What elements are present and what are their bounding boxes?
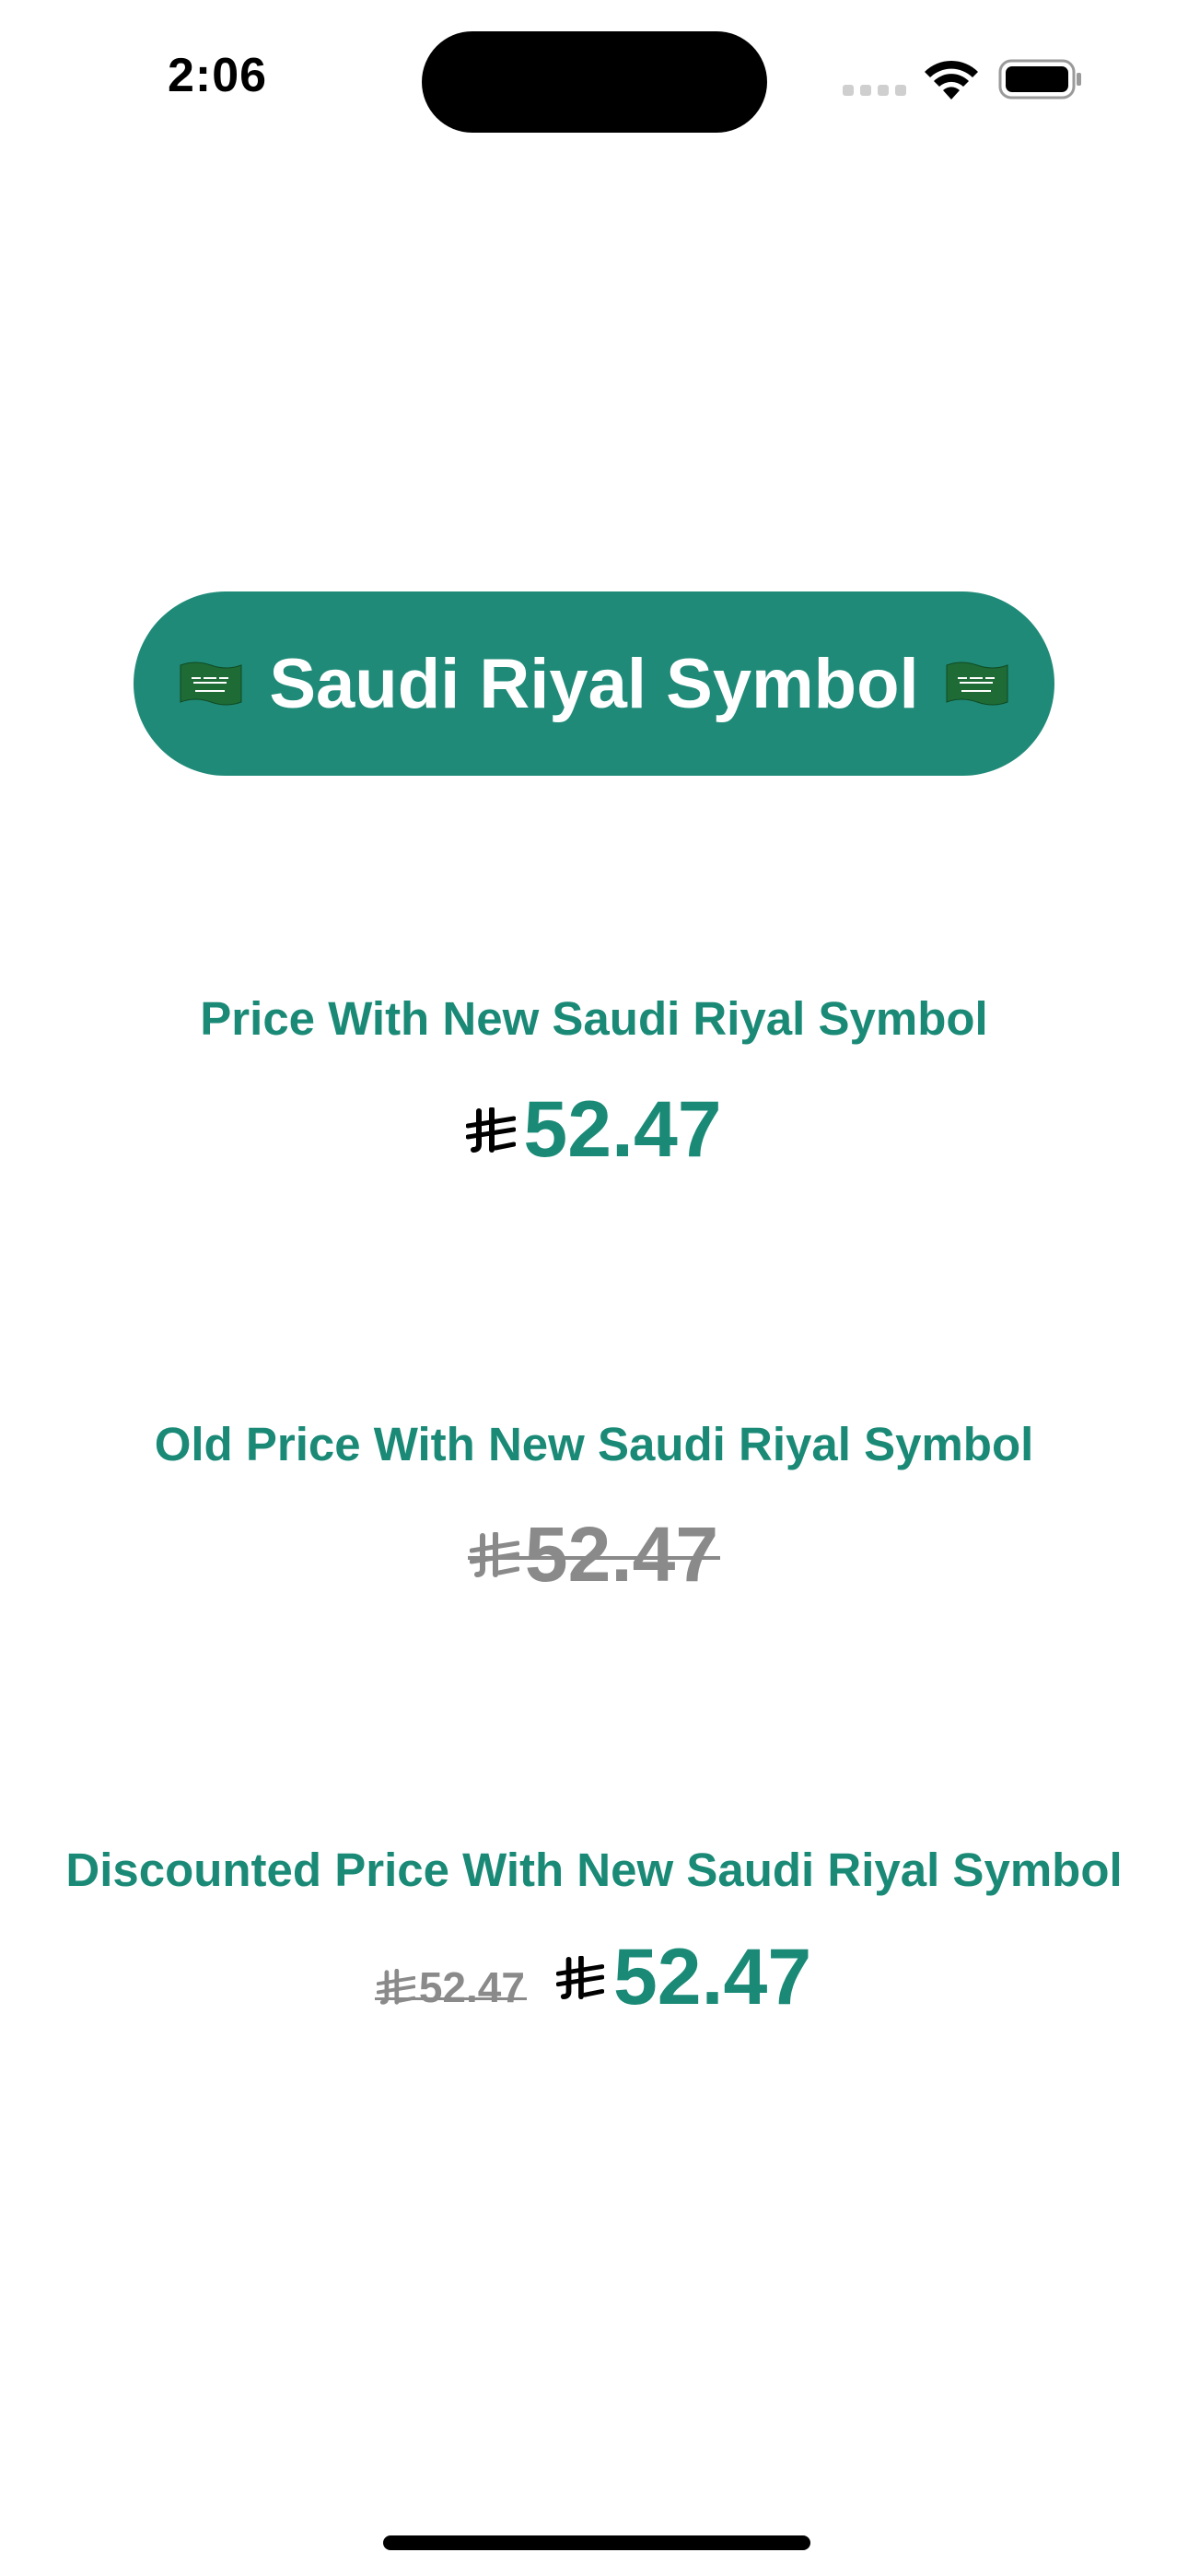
discounted-price-value: 52.47 [612,1933,812,2021]
old-price-section: Old Price With New Saudi Riyal Symbol 52… [0,1417,1188,1599]
cellular-signal-icon [843,85,907,98]
saudi-riyal-icon [466,1107,517,1153]
status-time: 2:06 [168,49,268,102]
discounted-price-label: Discounted Price With New Saudi Riyal Sy… [65,1844,1123,1896]
price-section: Price With New Saudi Riyal Symbol 52.47 [0,991,1188,1176]
home-indicator[interactable] [383,2535,810,2550]
title-button[interactable]: Saudi Riyal Symbol [134,591,1054,776]
original-price-value: 52.47 [418,1963,525,2011]
discounted-price-section: Discounted Price With New Saudi Riyal Sy… [0,1843,1188,2023]
dynamic-island [422,31,767,133]
wifi-icon [925,60,978,100]
discounted-price-row: 52.47 52.47 [0,1932,1188,2023]
saudi-flag-icon [946,662,1008,706]
old-price-row: 52.47 [0,1510,1188,1599]
old-price-label: Old Price With New Saudi Riyal Symbol [154,1418,1034,1470]
saudi-riyal-icon [376,1969,415,2005]
battery-icon [998,59,1081,100]
saudi-flag-icon [180,662,242,706]
title-label: Saudi Riyal Symbol [269,644,919,723]
discounted-price: 52.47 [555,1932,812,2023]
strikethrough-price: 52.47 [467,1510,721,1599]
saudi-riyal-icon [555,1955,604,1999]
original-price: 52.47 [374,1962,528,2023]
old-price-value: 52.47 [524,1511,719,1598]
price-row: 52.47 [0,1084,1188,1176]
price-label: Price With New Saudi Riyal Symbol [200,992,988,1045]
price-value: 52.47 [523,1085,722,1174]
app-screen: 2:06 Saudi Riyal Symbol Price With New S… [0,0,1188,2576]
saudi-riyal-icon [469,1531,519,1577]
